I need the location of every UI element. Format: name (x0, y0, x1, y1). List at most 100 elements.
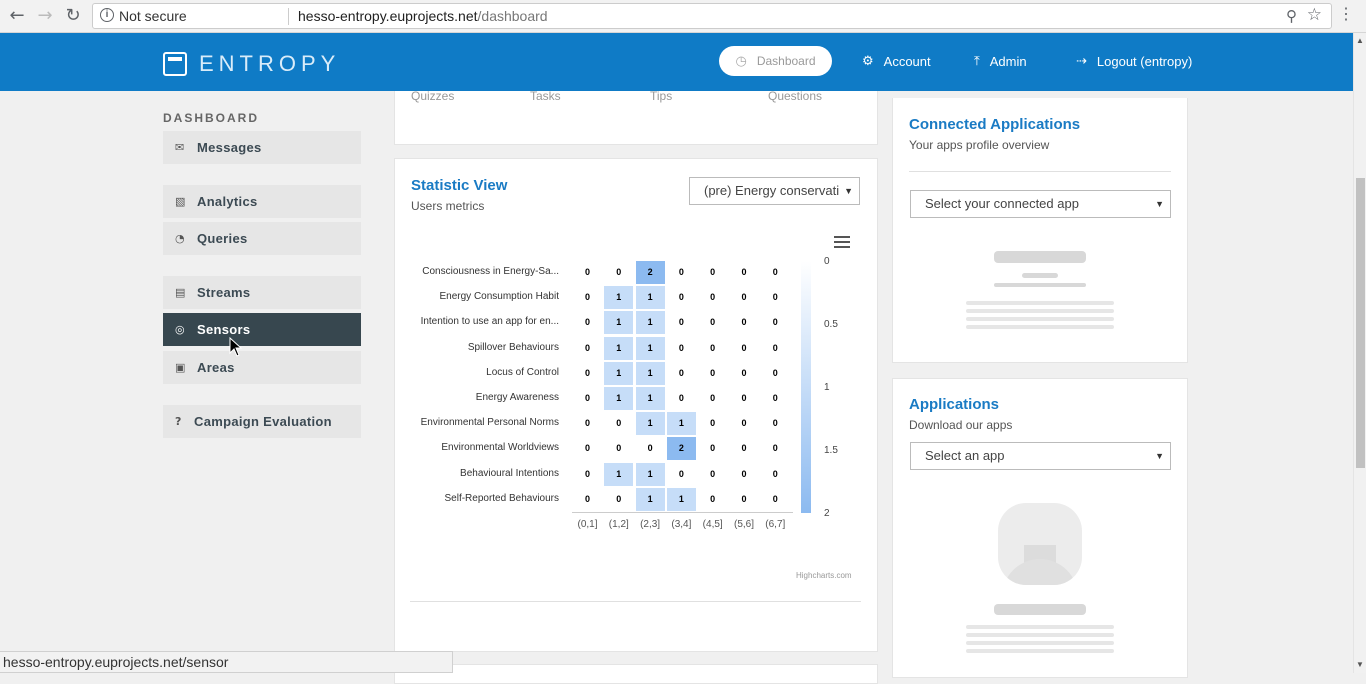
heatmap-cell[interactable]: 0 (759, 310, 791, 336)
heatmap-cell[interactable]: 0 (572, 436, 603, 462)
heatmap-cell[interactable]: 1 (603, 461, 635, 487)
sidebar-item-areas[interactable]: ▣ Areas (163, 351, 361, 384)
heatmap-cell[interactable]: 0 (697, 436, 729, 462)
heatmap-cell[interactable]: 0 (697, 335, 729, 361)
entropy-logo[interactable]: ENTROPY (163, 51, 340, 77)
sidebar-item-sensors[interactable]: ◎ Sensors (163, 313, 361, 346)
reload-icon[interactable]: ↻ (62, 5, 84, 27)
heatmap-cell[interactable]: 0 (697, 461, 729, 487)
heatmap-cell[interactable]: 1 (665, 486, 697, 512)
heatmap-cell[interactable]: 0 (572, 360, 603, 386)
heatmap-cell[interactable]: 1 (634, 335, 666, 361)
back-arrow-icon[interactable]: ← (6, 5, 28, 27)
heatmap-cell[interactable]: 1 (634, 461, 666, 487)
forward-arrow-icon[interactable]: → (34, 5, 56, 27)
heatmap-cell[interactable]: 0 (728, 386, 760, 411)
zoom-icon[interactable]: ⚲ (1286, 7, 1297, 25)
heatmap-cell[interactable]: 1 (634, 411, 666, 437)
heatmap-cell[interactable]: 0 (759, 260, 791, 285)
sidebar-item-queries[interactable]: ◔ Queries (163, 222, 361, 255)
heatmap-cell[interactable]: 0 (572, 335, 603, 361)
heatmap-cell[interactable]: 1 (634, 310, 666, 336)
heatmap-cell[interactable]: 0 (759, 411, 791, 437)
info-icon[interactable]: i (100, 8, 114, 22)
chart-menu-icon[interactable] (834, 236, 850, 251)
heatmap-cell[interactable]: 0 (665, 285, 697, 311)
heatmap-cell[interactable]: 1 (634, 360, 666, 386)
security-label[interactable]: Not secure (119, 8, 187, 24)
heatmap-cell[interactable]: 0 (728, 260, 760, 285)
heatmap-cell[interactable]: 0 (759, 386, 791, 411)
heatmap-cell[interactable]: 1 (634, 285, 666, 311)
heatmap-cell[interactable]: 0 (634, 436, 666, 462)
sidebar-item-streams[interactable]: ▤ Streams (163, 276, 361, 309)
scroll-up-icon[interactable]: ▲ (1356, 36, 1364, 45)
heatmap-cell[interactable]: 0 (728, 285, 760, 311)
heatmap-cell[interactable]: 0 (759, 285, 791, 311)
heatmap-cell[interactable]: 0 (665, 360, 697, 386)
heatmap-cell[interactable]: 0 (603, 436, 635, 462)
heatmap-cell[interactable]: 0 (728, 360, 760, 386)
heatmap-cell[interactable]: 0 (728, 461, 760, 487)
heatmap-cell[interactable]: 0 (697, 411, 729, 437)
nav-account-link[interactable]: ⚙ Account (862, 46, 931, 76)
heatmap-cell[interactable]: 2 (665, 436, 697, 462)
heatmap-cell[interactable]: 0 (759, 486, 791, 512)
bookmark-star-icon[interactable]: ☆ (1307, 5, 1322, 25)
heatmap-cell[interactable]: 0 (603, 260, 635, 285)
heatmap-cell[interactable]: 0 (697, 486, 729, 512)
page-scrollbar[interactable]: ▲ ▼ (1353, 33, 1366, 673)
heatmap-cell[interactable]: 1 (603, 335, 635, 361)
heatmap-cell[interactable]: 0 (572, 486, 603, 512)
heatmap-cell[interactable]: 0 (759, 461, 791, 487)
heatmap-cell[interactable]: 0 (603, 486, 635, 512)
scroll-down-icon[interactable]: ▼ (1356, 660, 1364, 669)
heatmap-cell[interactable]: 0 (697, 285, 729, 311)
heatmap-cell[interactable]: 0 (665, 335, 697, 361)
heatmap-cell[interactable]: 0 (728, 335, 760, 361)
heatmap-cell[interactable]: 2 (634, 260, 666, 285)
sidebar-item-analytics[interactable]: ▧ Analytics (163, 185, 361, 218)
heatmap-cell[interactable]: 1 (603, 310, 635, 336)
heatmap-cell[interactable]: 0 (572, 461, 603, 487)
nav-dashboard-button[interactable]: ◷ Dashboard (719, 46, 832, 76)
heatmap-cell[interactable]: 0 (572, 386, 603, 411)
heatmap-cell[interactable]: 0 (665, 461, 697, 487)
heatmap-cell[interactable]: 0 (572, 260, 603, 285)
heatmap-cell[interactable]: 0 (603, 411, 635, 437)
heatmap-cell[interactable]: 0 (572, 285, 603, 311)
heatmap-cell[interactable]: 0 (759, 436, 791, 462)
scrollbar-thumb[interactable] (1356, 178, 1365, 468)
sidebar-item-messages[interactable]: ✉ Messages (163, 131, 361, 164)
heatmap-cell[interactable]: 0 (665, 260, 697, 285)
heatmap-cell[interactable]: 0 (697, 386, 729, 411)
heatmap-cell[interactable]: 0 (572, 310, 603, 336)
heatmap-cell[interactable]: 1 (634, 386, 666, 411)
heatmap-cell[interactable]: 0 (759, 360, 791, 386)
heatmap-cell[interactable]: 0 (697, 260, 729, 285)
connected-app-select[interactable]: Select your connected app ▼ (910, 190, 1171, 218)
heatmap-cell[interactable]: 0 (697, 360, 729, 386)
heatmap-cell[interactable]: 0 (728, 436, 760, 462)
heatmap-cell[interactable]: 0 (697, 310, 729, 336)
sidebar-item-campaign-evaluation[interactable]: ? Campaign Evaluation (163, 405, 361, 438)
heatmap-cell[interactable]: 0 (572, 411, 603, 437)
heatmap-cell[interactable]: 1 (665, 411, 697, 437)
browser-menu-icon[interactable]: ⋮ (1338, 5, 1354, 25)
heatmap-cell[interactable]: 0 (728, 486, 760, 512)
questionnaire-select[interactable]: (pre) Energy conservati ▼ (689, 177, 860, 205)
nav-logout-link[interactable]: ⇢ Logout (entropy) (1076, 46, 1192, 76)
heatmap-cell[interactable]: 1 (634, 486, 666, 512)
heatmap-cell[interactable]: 1 (603, 360, 635, 386)
url-text[interactable]: hesso-entropy.euprojects.net/dashboard (298, 8, 548, 24)
highcharts-credits[interactable]: Highcharts.com (796, 571, 852, 580)
application-select[interactable]: Select an app ▼ (910, 442, 1171, 470)
heatmap-cell[interactable]: 0 (665, 310, 697, 336)
heatmap-cell[interactable]: 0 (728, 411, 760, 437)
nav-admin-link[interactable]: ⤒ Admin (974, 46, 1027, 76)
heatmap-cell[interactable]: 0 (665, 386, 697, 411)
address-bar[interactable]: i Not secure hesso-entropy.euprojects.ne… (92, 3, 1332, 29)
heatmap-cell[interactable]: 1 (603, 285, 635, 311)
heatmap-cell[interactable]: 1 (603, 386, 635, 411)
heatmap-cell[interactable]: 0 (759, 335, 791, 361)
